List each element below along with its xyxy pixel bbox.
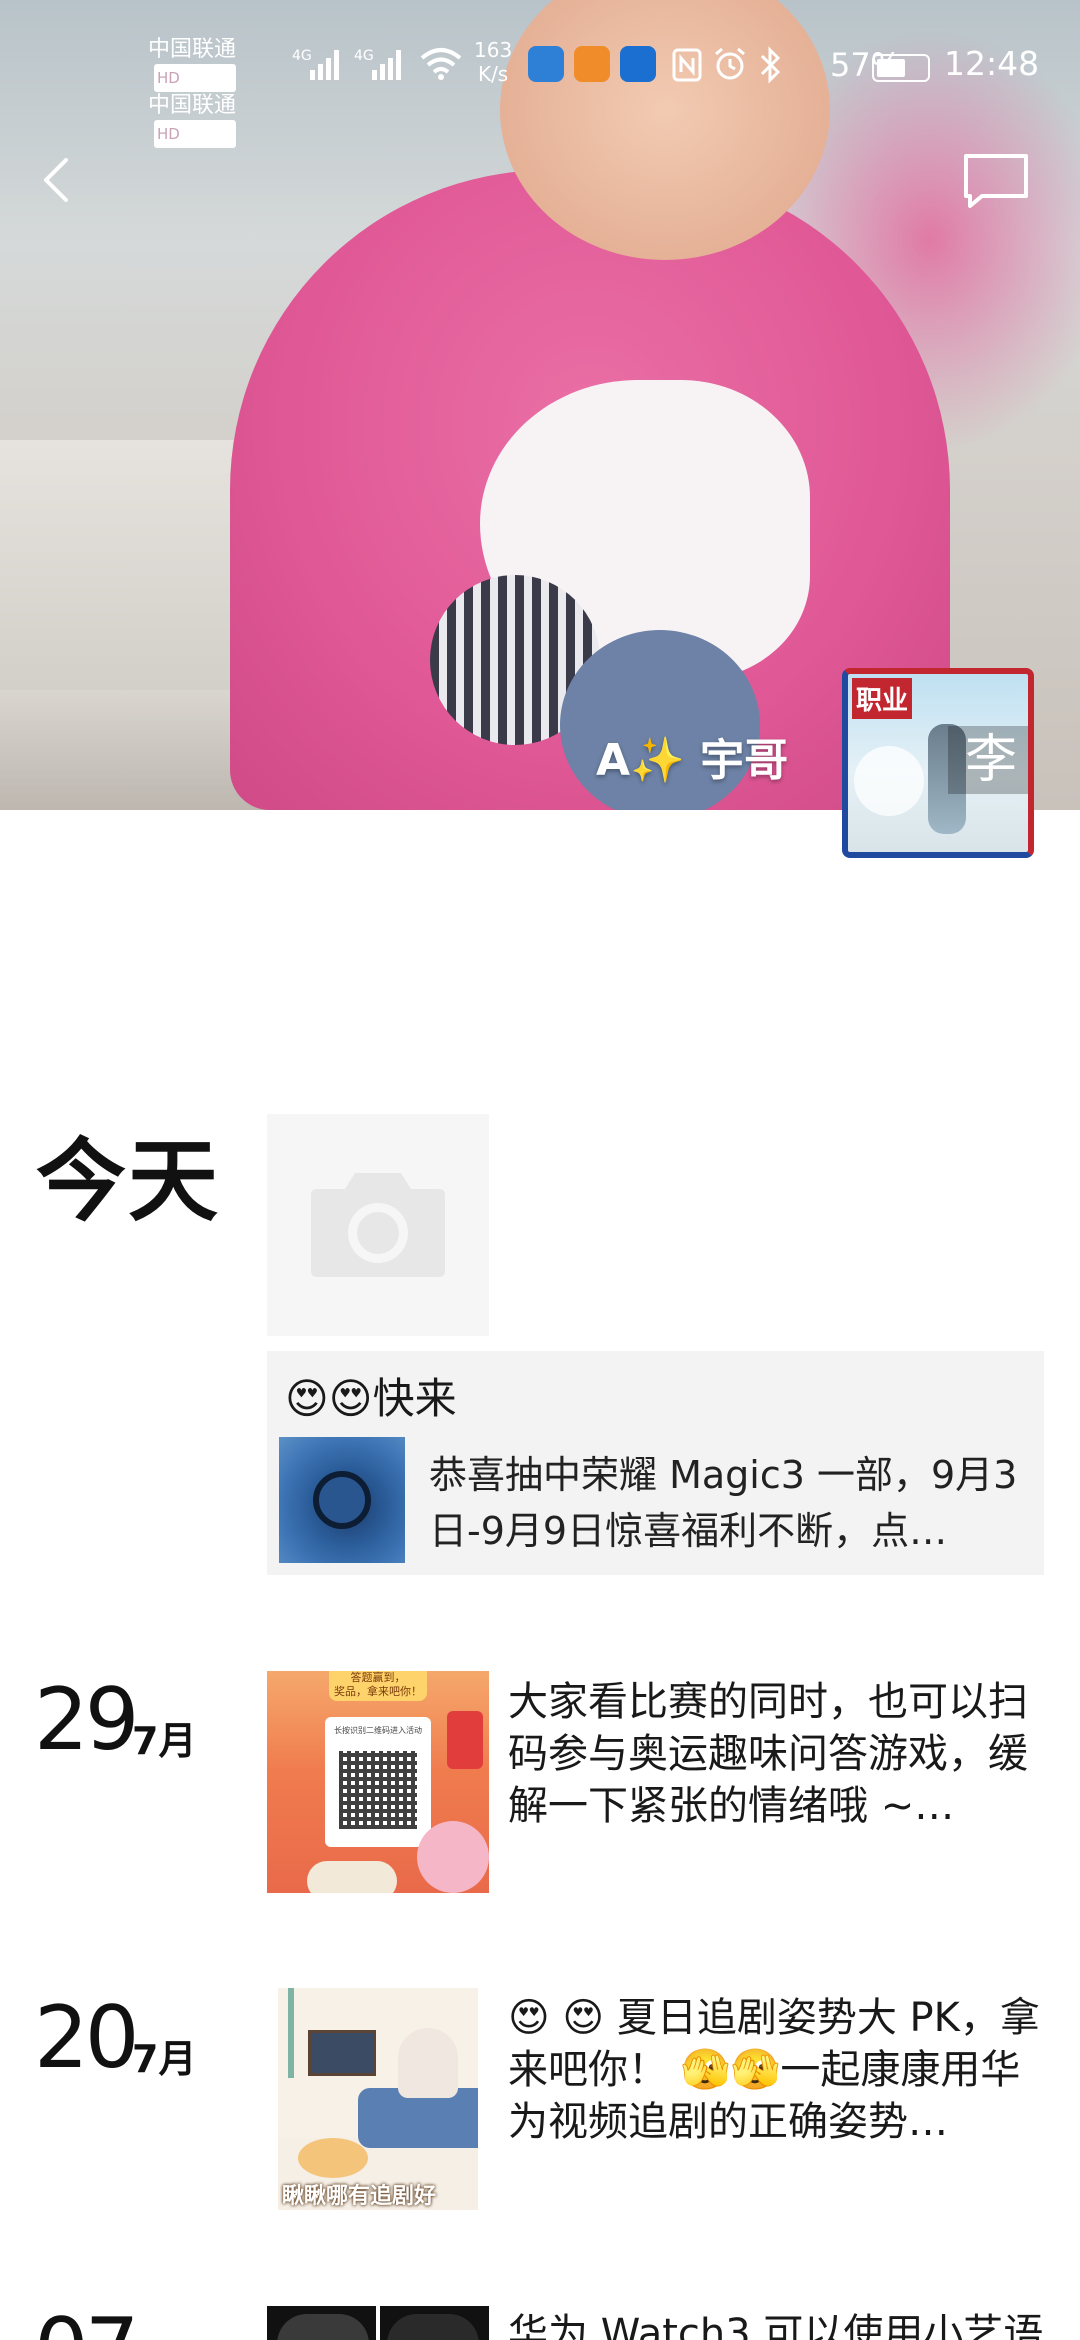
- post-image[interactable]: [267, 2306, 489, 2340]
- post-text[interactable]: 华为 Watch3 可以使用小艺语: [508, 2308, 1048, 2340]
- post-text[interactable]: 😍 😍 夏日追剧姿势大 PK，拿来吧你！ 🫣🫣一起康康用华为视频追剧的正确姿势…: [508, 1992, 1048, 2150]
- promo-blossom-illustration: [417, 1821, 489, 1893]
- post-date-day: 29: [34, 1670, 139, 1770]
- app-notification-icon-1: [528, 46, 564, 82]
- promo-cloud-illustration: [307, 1861, 397, 1893]
- avatar-circle-decoration: [854, 746, 924, 816]
- promo-device-illustration: [447, 1711, 483, 1769]
- link-thumbnail-camera-ring: [313, 1471, 371, 1529]
- hd-badge-2: HD: [154, 120, 237, 148]
- post-date-day: 20: [34, 1988, 139, 2088]
- notification-app-icons: [528, 46, 656, 82]
- wifi-icon: [420, 48, 462, 80]
- net-speed-unit: K/s: [477, 62, 509, 86]
- illustration-table: [298, 2138, 368, 2178]
- signal-icon-2: 4G: [354, 48, 401, 80]
- shared-link-post[interactable]: 😍😍快来 恭喜抽中荣耀 Magic3 一部，9月3日-9月9日惊喜福利不断，点…: [267, 1351, 1044, 1575]
- qr-code: [339, 1751, 417, 1829]
- net-speed: 163 K/s: [474, 38, 512, 86]
- carrier-2: 中国联通: [148, 93, 237, 118]
- signal-icon: 4G: [292, 48, 339, 80]
- profile-nickname[interactable]: A✨ 宇哥: [596, 724, 788, 788]
- post-caption: 😍😍快来: [285, 1374, 457, 1423]
- back-button[interactable]: [30, 150, 90, 210]
- carrier-info: 中国联通 HD 中国联通 HD: [148, 36, 237, 148]
- post-date-month: 7月: [132, 2037, 197, 2081]
- illustration-person: [398, 2028, 458, 2098]
- avatar-badge: 职业: [852, 678, 913, 719]
- app-notification-icon-2: [574, 46, 610, 82]
- net-speed-value: 163: [474, 38, 513, 62]
- link-title: 恭喜抽中荣耀 Magic3 一部，9月3日-9月9日惊喜福利不断，点…: [429, 1453, 1018, 1553]
- promo-header-line-1: 答题赢到，: [350, 1671, 406, 1684]
- battery-icon: [872, 54, 930, 82]
- promo-header: 答题赢到， 奖品，拿来吧你！: [329, 1671, 427, 1701]
- carrier-1: 中国联通: [148, 37, 237, 62]
- illustration-tv: [308, 2030, 376, 2076]
- watch-image-1: [277, 2314, 369, 2340]
- post-image[interactable]: 瞅瞅哪有追剧好: [278, 1988, 478, 2210]
- post-image[interactable]: 答题赢到， 奖品，拿来吧你！ 长按识别二维码进入活动: [267, 1671, 489, 1893]
- illustration-lamp: [288, 1988, 294, 2078]
- network-type-1: 4G: [292, 48, 312, 64]
- bluetooth-icon: [760, 46, 781, 84]
- promo-qr-caption: 长按识别二维码进入活动: [334, 1726, 422, 1735]
- hd-badge-1: HD: [154, 64, 237, 92]
- watch-image-2: [387, 2314, 479, 2340]
- illustration-caption: 瞅瞅哪有追剧好: [282, 2184, 437, 2209]
- nfc-icon: [672, 48, 702, 82]
- avatar-surname: 李: [948, 726, 1028, 794]
- today-date-label: 今天: [36, 1129, 220, 1234]
- add-post-camera-button[interactable]: [267, 1114, 489, 1336]
- alarm-icon: [715, 47, 745, 80]
- network-type-2: 4G: [354, 48, 374, 64]
- post-text[interactable]: 大家看比赛的同时，也可以扫码参与奥运趣味问答游戏，缓解一下紧张的情绪哦 ~…: [508, 1676, 1048, 1834]
- promo-header-line-2: 奖品，拿来吧你！: [334, 1685, 422, 1698]
- message-button[interactable]: [962, 152, 1030, 210]
- image-divider: [376, 2306, 380, 2340]
- app-notification-icon-3: [620, 46, 656, 82]
- post-date-day: 07: [34, 2300, 139, 2340]
- link-thumbnail: [279, 1437, 405, 1563]
- status-bar: 中国联通 HD 中国联通 HD 4G 4G 163 K/s 57% 12:48: [0, 0, 1080, 148]
- camera-icon: [311, 1173, 445, 1277]
- back-arrow-icon: [44, 158, 68, 202]
- post-date-month: 7月: [132, 1719, 197, 1763]
- chat-bubble-icon: [964, 154, 1028, 208]
- profile-avatar[interactable]: 职业 李: [842, 668, 1034, 858]
- clock: 12:48: [944, 44, 1040, 83]
